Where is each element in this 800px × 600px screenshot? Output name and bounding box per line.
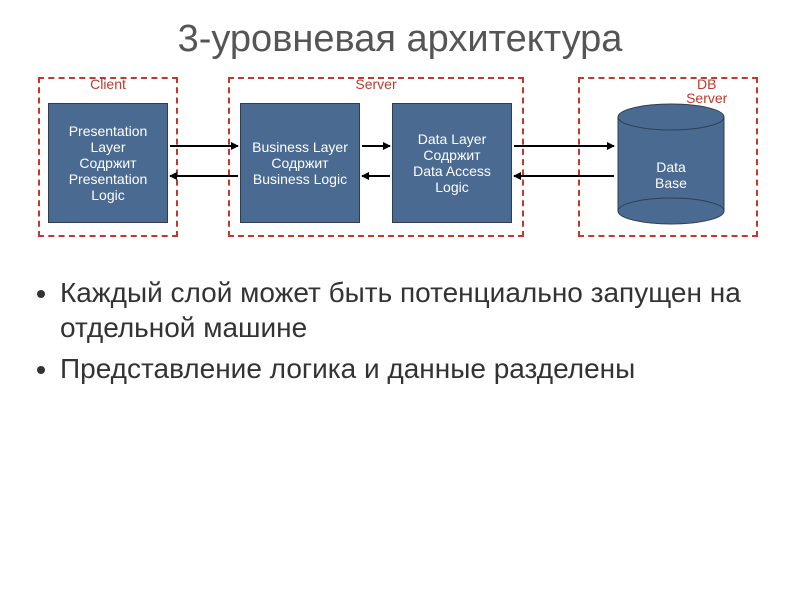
presentation-layer-box: Presentation Layer Содржит Presentation … <box>48 103 168 223</box>
bullet-item: Представление логика и данные разделены <box>60 351 800 386</box>
bullet-list: Каждый слой может быть потенциально запу… <box>0 275 800 386</box>
group-dbserver-label: DB Server <box>682 77 731 105</box>
database-cylinder: Data Base <box>616 103 726 225</box>
arrow-presentation-to-business <box>170 145 238 147</box>
slide-title: 3-уровневая архитектура <box>0 0 800 75</box>
bullet-item: Каждый слой может быть потенциально запу… <box>60 275 800 345</box>
arrow-data-to-business <box>362 175 390 177</box>
arrow-business-to-data <box>362 145 390 147</box>
group-server-label: Server <box>355 77 396 91</box>
database-label: Data Base <box>616 159 726 191</box>
arrow-data-to-database <box>514 145 614 147</box>
arrow-database-to-data <box>514 175 614 177</box>
architecture-diagram: Client Presentation Layer Содржит Presen… <box>30 75 770 245</box>
group-client-label: Client <box>90 77 126 91</box>
business-layer-box: Business Layer Содржит Business Logic <box>240 103 360 223</box>
arrow-business-to-presentation <box>170 175 238 177</box>
data-layer-box: Data Layer Содржит Data Access Logic <box>392 103 512 223</box>
